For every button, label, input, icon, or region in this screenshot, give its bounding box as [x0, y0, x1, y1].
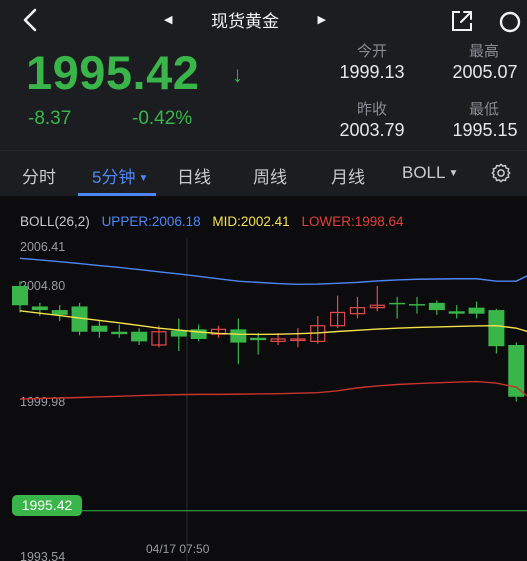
candle-body: [468, 307, 485, 314]
y-tick-label: 1999.98: [20, 395, 65, 409]
candle-body: [448, 311, 465, 314]
candle-body: [409, 304, 425, 306]
candle-body: [250, 337, 267, 341]
y-tick-label: 1993.54: [20, 550, 65, 561]
candle-body: [508, 344, 525, 397]
candlestick-chart[interactable]: 2006.412004.801999.981993.5404/17 07:50: [0, 0, 527, 561]
candle-body: [111, 331, 128, 335]
candle-body: [428, 302, 445, 311]
candle-body: [170, 330, 187, 337]
y-tick-label: 2006.41: [20, 240, 65, 254]
last-price-badge: 1995.42: [12, 495, 82, 516]
candle-body: [31, 306, 48, 311]
candle-body: [131, 331, 148, 342]
boll-upper-line: [19, 257, 527, 285]
candle-body: [51, 310, 68, 315]
candle-body: [488, 310, 505, 347]
x-time-label: 04/17 07:50: [146, 542, 210, 556]
candle-body: [389, 302, 406, 305]
candle-body: [12, 285, 28, 306]
candle-body: [91, 325, 108, 332]
candle-body: [230, 329, 247, 343]
boll-lower-line: [19, 380, 527, 400]
